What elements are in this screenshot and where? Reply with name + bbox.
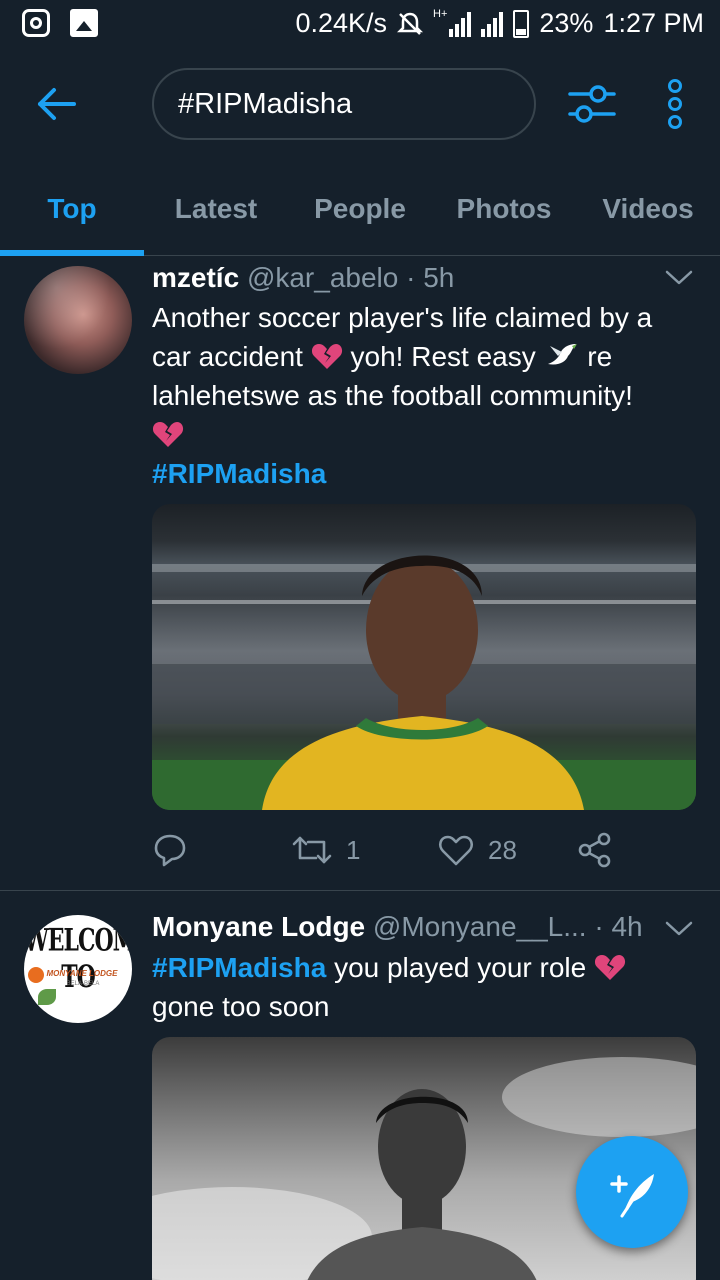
signal-icon-1 bbox=[449, 11, 472, 37]
tweet-text-line: gone too soon bbox=[152, 991, 330, 1022]
tweet-text-line: #RIPMadisha you played your role bbox=[152, 948, 692, 987]
signal-icon-2 bbox=[481, 11, 504, 37]
clock: 1:27 PM bbox=[603, 8, 704, 38]
tweet-text-line: lahlehetswe as the football community! bbox=[152, 380, 633, 411]
separator-dot: · bbox=[594, 911, 604, 942]
broken-heart-emoji-icon bbox=[594, 955, 626, 980]
retweet-count: 1 bbox=[346, 834, 361, 865]
tweet-time: 4h bbox=[611, 911, 643, 942]
avatar-logo-town: BELA-BELA bbox=[66, 981, 100, 987]
tab-top[interactable]: Top bbox=[0, 160, 144, 256]
like-count: 28 bbox=[488, 834, 517, 865]
retweet-button[interactable]: 1 bbox=[292, 830, 360, 870]
compose-tweet-button[interactable] bbox=[576, 1136, 688, 1248]
mute-icon bbox=[397, 12, 424, 35]
network-speed: 0.24K/s bbox=[295, 8, 388, 38]
tweet-text-line bbox=[152, 415, 692, 454]
image-notification-icon bbox=[70, 9, 98, 37]
status-bar: 0.24K/s H+ 23% 1:27 PM bbox=[0, 0, 720, 50]
instagram-notification-icon bbox=[22, 9, 50, 37]
hashtag-link[interactable]: #RIPMadisha bbox=[152, 952, 326, 983]
tweet[interactable]: mzetíc @kar_abelo · 5h Another soccer pl… bbox=[0, 256, 720, 890]
tweet-text: #RIPMadisha you played your role gone to… bbox=[152, 948, 692, 1026]
tweet-text-line: car accident yoh! Rest easy re bbox=[152, 337, 692, 376]
reply-button[interactable] bbox=[152, 830, 188, 870]
battery-percent: 23% bbox=[539, 8, 594, 38]
tweet-header: mzetíc @kar_abelo · 5h bbox=[152, 262, 454, 294]
display-name[interactable]: Monyane Lodge bbox=[152, 911, 365, 942]
tweet-text-fragment: re bbox=[587, 341, 613, 372]
tweet-header: Monyane Lodge @Monyane__L... · 4h bbox=[152, 911, 643, 943]
display-name[interactable]: mzetíc bbox=[152, 262, 239, 293]
tweet-text-fragment: yoh! Rest easy bbox=[350, 341, 536, 372]
back-arrow-icon[interactable] bbox=[30, 80, 82, 128]
network-type: H+ bbox=[433, 7, 448, 20]
tweet-text-fragment: you played your role bbox=[334, 952, 587, 983]
broken-heart-emoji-icon bbox=[311, 344, 342, 369]
dove-emoji-icon bbox=[547, 344, 577, 365]
chevron-down-icon[interactable] bbox=[664, 919, 694, 939]
share-button[interactable] bbox=[578, 830, 612, 870]
user-handle: @kar_abelo bbox=[246, 262, 399, 293]
reply-icon bbox=[154, 834, 186, 867]
avatar[interactable]: WELCOME TO MONYANE LODGE BELA-BELA bbox=[24, 915, 132, 1023]
leaf-logo-icon bbox=[38, 989, 56, 1005]
player-photo bbox=[152, 555, 696, 810]
tab-photos[interactable]: Photos bbox=[432, 160, 576, 256]
separator-dot: · bbox=[406, 262, 416, 293]
tweet-text: Another soccer player's life claimed by … bbox=[152, 298, 692, 493]
search-filter-icon[interactable] bbox=[566, 80, 618, 128]
avatar-logo-subtext: MONYANE LODGE bbox=[46, 969, 118, 978]
tab-latest[interactable]: Latest bbox=[144, 160, 288, 256]
broken-heart-emoji-icon bbox=[152, 422, 184, 447]
tweet-text-fragment: car accident bbox=[152, 341, 303, 372]
heart-icon bbox=[438, 835, 474, 866]
tab-people[interactable]: People bbox=[288, 160, 432, 256]
battery-icon bbox=[513, 9, 530, 38]
compose-feather-icon bbox=[610, 1174, 654, 1218]
search-header: #RIPMadisha bbox=[0, 50, 720, 160]
chevron-down-icon[interactable] bbox=[664, 268, 694, 288]
like-button[interactable]: 28 bbox=[438, 830, 517, 870]
search-input[interactable]: #RIPMadisha bbox=[152, 68, 536, 140]
hashtag-link[interactable]: #RIPMadisha bbox=[152, 454, 692, 493]
tweet-time: 5h bbox=[423, 262, 455, 293]
retweet-icon bbox=[292, 836, 332, 864]
user-handle: @Monyane__L... bbox=[372, 911, 587, 942]
tweet-text-line: Another soccer player's life claimed by … bbox=[152, 302, 653, 333]
tweet-actions: 1 28 bbox=[152, 830, 692, 870]
share-icon bbox=[578, 832, 611, 868]
tab-videos[interactable]: Videos bbox=[576, 160, 720, 256]
search-tabs: Top Latest People Photos Videos bbox=[0, 160, 720, 256]
more-options-icon[interactable] bbox=[660, 76, 690, 132]
avatar[interactable] bbox=[24, 266, 132, 374]
tweet-image[interactable] bbox=[152, 504, 696, 810]
